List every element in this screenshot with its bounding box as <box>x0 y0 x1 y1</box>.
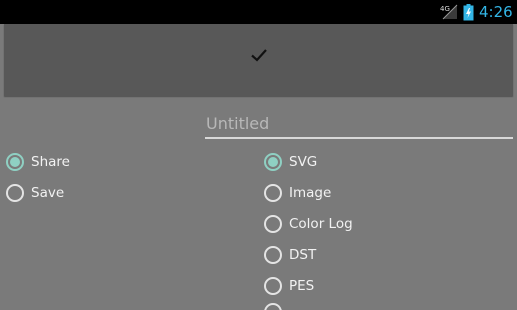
radio-label: SVG <box>289 154 318 170</box>
done-button[interactable] <box>4 24 513 96</box>
radio-dst[interactable]: DST <box>264 244 316 266</box>
radio-button-icon <box>264 184 282 202</box>
status-bar: 4G 4:26 <box>0 0 517 24</box>
filename-placeholder: Untitled <box>206 114 270 133</box>
radio-label: Image <box>289 185 332 201</box>
radio-label: Save <box>31 185 65 201</box>
radio-button-icon <box>264 277 282 295</box>
radio-label: Color Log <box>289 216 353 232</box>
network-type-label: 4G <box>440 5 450 13</box>
filename-field[interactable]: Untitled <box>205 113 513 139</box>
radio-button-checked-icon <box>6 153 24 171</box>
radio-button-icon <box>6 184 24 202</box>
radio-image[interactable]: Image <box>264 182 331 204</box>
radio-label: PES <box>289 278 315 294</box>
battery-charging-icon <box>463 4 474 21</box>
radio-svg[interactable]: SVG <box>264 151 317 173</box>
radio-button-icon <box>264 303 282 310</box>
status-time: 4:26 <box>479 3 513 21</box>
radio-share[interactable]: Share <box>6 151 70 173</box>
radio-button-checked-icon <box>264 153 282 171</box>
radio-button-icon <box>264 246 282 264</box>
signal-icon: 4G <box>440 4 458 20</box>
radio-partial[interactable] <box>264 303 282 310</box>
radio-label: Share <box>31 154 70 170</box>
radio-pes[interactable]: PES <box>264 275 314 297</box>
radio-button-icon <box>264 215 282 233</box>
radio-label: DST <box>289 247 317 263</box>
radio-save[interactable]: Save <box>6 182 64 204</box>
check-icon <box>251 49 267 62</box>
radio-color-log[interactable]: Color Log <box>264 213 353 235</box>
